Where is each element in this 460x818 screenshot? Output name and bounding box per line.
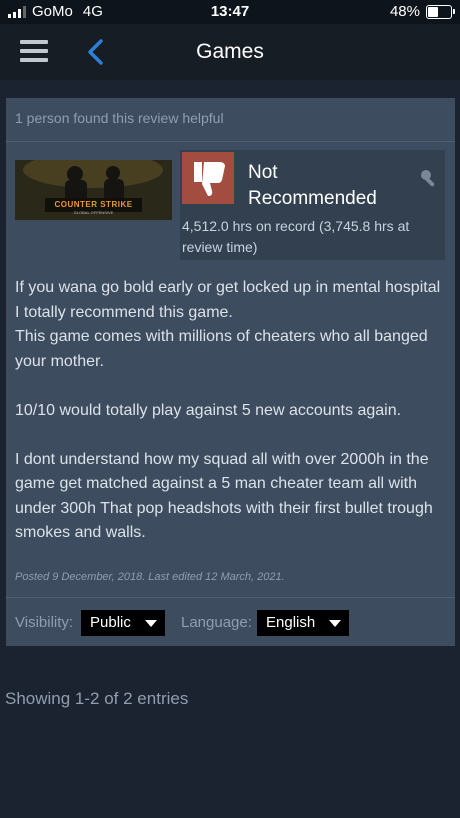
language-value: English (266, 614, 316, 631)
nav-bar: Games (0, 24, 460, 80)
game-capsule[interactable]: COUNTER STRIKE GLOBAL OFFENSIVE (15, 160, 172, 220)
battery-icon (426, 4, 455, 19)
game-logo: COUNTER STRIKE (54, 200, 133, 209)
recommendation-title: Not Recommended (248, 160, 377, 212)
review-card: 1 person found this review helpful COUNT… (6, 98, 455, 646)
review-paragraph: I dont understand how my squad all with … (15, 450, 433, 542)
language-select[interactable]: English (257, 610, 349, 636)
battery-percent: 48% (389, 3, 420, 20)
visibility-select[interactable]: Public (81, 610, 165, 636)
helpful-count: 1 person found this review helpful (15, 110, 224, 126)
recommendation-title-line2: Recommended (248, 188, 377, 209)
entries-count: Showing 1-2 of 2 entries (5, 689, 189, 708)
caret-down-icon (329, 620, 341, 627)
divider (6, 597, 455, 598)
review-paragraph: If you wana go bold early or get locked … (15, 279, 441, 321)
recommendation-box: Not Recommended 4,512.0 hrs on record (3… (180, 150, 445, 260)
review-paragraph: This game comes with millions of cheater… (15, 328, 428, 370)
page-title: Games (196, 40, 264, 63)
game-logo-sub: GLOBAL OFFENSIVE (73, 210, 114, 215)
status-right: 48% (389, 3, 455, 20)
recommendation-title-line1: Not (248, 162, 278, 183)
award-icon[interactable] (419, 168, 439, 188)
posted-date: Posted 9 December, 2018. Last edited 12 … (15, 571, 285, 583)
divider (6, 141, 455, 142)
language-label: Language: (181, 614, 252, 631)
review-paragraph: 10/10 would totally play against 5 new a… (15, 401, 402, 419)
thumbs-down-icon (182, 152, 234, 204)
visibility-value: Public (90, 614, 131, 631)
status-bar: GoMo 4G 13:47 48% (0, 0, 460, 24)
hours-on-record: 4,512.0 hrs on record (3,745.8 hrs at re… (182, 218, 410, 255)
visibility-label: Visibility: (15, 614, 74, 631)
caret-down-icon (145, 620, 157, 627)
review-text: If you wana go bold early or get locked … (15, 276, 445, 546)
